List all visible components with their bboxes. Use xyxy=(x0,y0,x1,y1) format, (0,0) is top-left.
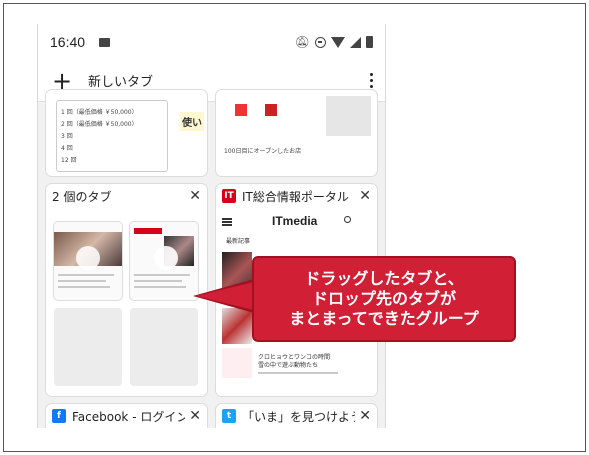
close-icon[interactable]: ✕ xyxy=(359,408,371,424)
article-title: 雪の中で遊ぶ動物たち xyxy=(258,362,319,369)
side-text: 使い xyxy=(180,112,204,131)
circle-overlay xyxy=(154,246,178,270)
battery-icon xyxy=(366,36,373,48)
tab-card-twitter[interactable]: t 「いま」を見つけよう ✕ xyxy=(216,404,377,428)
annotation-callout: ドラッグしたタブと、 ドロップ先のタブが まとまってできたグループ xyxy=(252,256,516,342)
phone-screen: 16:40 🔕︎ + 新しいタブ 1 回（最低価格 ￥50,000） 2 回（最… xyxy=(37,24,386,428)
list-item: 4 回 xyxy=(61,145,73,152)
callout-line-1: ドラッグしたタブと、 xyxy=(304,269,464,288)
new-tab-plus-icon[interactable]: + xyxy=(50,69,74,93)
tab-card-top-left[interactable]: 1 回（最低価格 ￥50,000） 2 回（最低価格 ￥50,000） 3 回 … xyxy=(46,90,207,176)
red-icon xyxy=(265,104,277,116)
callout-line-3: まとまってできたグループ xyxy=(289,309,479,328)
twitter-favicon: t xyxy=(222,409,236,423)
list-item: 2 回（最低価格 ￥50,000） xyxy=(61,121,138,128)
callout-line-2: ドロップ先のタブが xyxy=(311,289,456,308)
facebook-favicon: f xyxy=(52,409,66,423)
callout-pointer xyxy=(196,282,254,310)
list-item: 12 回 xyxy=(61,157,77,164)
itmedia-logo: ITmedia xyxy=(272,214,318,228)
tab-card-top-right[interactable]: 100日目にオープンしたお店 xyxy=(216,90,377,176)
tab-card-facebook[interactable]: f Facebook - ログイン ✕ xyxy=(46,404,207,428)
tab-title: 「いま」を見つけよう xyxy=(242,409,356,424)
list-item: 1 回（最低価格 ￥50,000） xyxy=(61,109,138,116)
overflow-menu-icon[interactable] xyxy=(370,73,373,88)
group-empty-slot xyxy=(130,308,198,386)
close-icon[interactable]: ✕ xyxy=(359,188,371,204)
signal-icon xyxy=(350,36,361,48)
caption: 100日目にオープンしたお店 xyxy=(224,148,302,155)
wifi-icon xyxy=(331,36,345,48)
mute-icon: 🔕︎ xyxy=(294,35,310,49)
close-icon[interactable]: ✕ xyxy=(189,188,201,204)
group-thumb-2[interactable] xyxy=(130,222,198,300)
section-header: 最新記事 xyxy=(226,238,251,245)
image-notification-icon xyxy=(99,37,111,47)
status-bar: 16:40 🔕︎ xyxy=(38,24,385,60)
group-thumb-1[interactable] xyxy=(54,222,122,300)
tab-group-label: 2 個のタブ xyxy=(52,189,112,204)
itmedia-favicon: IT xyxy=(222,189,236,203)
status-time: 16:40 xyxy=(50,34,86,50)
dnd-icon xyxy=(315,36,326,48)
tab-title: Facebook - ログイン xyxy=(72,409,186,424)
red-icon xyxy=(235,104,247,116)
tab-group-card[interactable]: 2 個のタブ ✕ xyxy=(46,184,207,396)
search-icon xyxy=(344,216,351,223)
new-tab-label[interactable]: 新しいタブ xyxy=(88,71,153,90)
circle-overlay xyxy=(76,246,100,270)
tab-title: IT総合情報ポータル xyxy=(242,189,349,204)
close-icon[interactable]: ✕ xyxy=(189,408,201,424)
list-item: 3 回 xyxy=(61,133,73,140)
group-empty-slot xyxy=(54,308,122,386)
hamburger-icon xyxy=(222,218,232,220)
